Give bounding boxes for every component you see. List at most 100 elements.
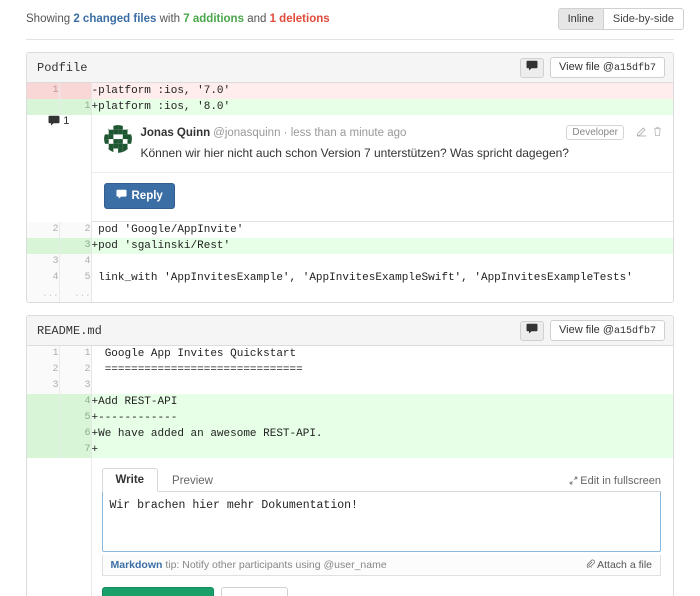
- view-mode-toggle[interactable]: Inline Side-by-side: [557, 8, 684, 31]
- diff-row: 22 pod 'Google/AppInvite': [27, 222, 673, 239]
- line-number-old[interactable]: 1: [27, 346, 60, 363]
- diff-code-line[interactable]: [91, 254, 673, 271]
- stats-additions: 7 additions: [183, 13, 244, 26]
- line-number-old[interactable]: 1: [27, 83, 60, 100]
- line-number-new[interactable]: 5: [59, 410, 92, 427]
- line-number-old[interactable]: 3: [27, 254, 60, 271]
- diff-code-line[interactable]: Google App Invites Quickstart: [91, 346, 673, 363]
- diff-code-line[interactable]: +: [91, 442, 673, 459]
- diff-code-line[interactable]: +pod 'sgalinski/Rest': [91, 238, 673, 255]
- line-number-new[interactable]: 3: [59, 238, 92, 255]
- file-header: README.md View file @a15dfb7: [27, 316, 673, 347]
- diff-row: 1 +platform :ios, '8.0': [27, 99, 673, 116]
- diff-code-line[interactable]: [91, 286, 673, 303]
- paperclip-icon: [586, 559, 595, 571]
- line-number-old[interactable]: [27, 426, 60, 443]
- comment-count: 1: [27, 115, 91, 127]
- file-header: Podfile View file @a15dfb7: [27, 53, 673, 84]
- line-number-old[interactable]: [27, 394, 60, 411]
- diff-stats: Showing 2 changed files with 7 additions…: [26, 13, 330, 25]
- view-file-button[interactable]: View file @a15dfb7: [550, 57, 665, 79]
- comment-icon: [115, 189, 127, 203]
- line-number-new[interactable]: 5: [59, 270, 92, 287]
- attach-a-file-link[interactable]: Attach a file: [586, 559, 652, 571]
- line-number-new[interactable]: 7: [59, 442, 92, 459]
- comment-form-row: Write Preview Edit in fullscreen Wir brache…: [27, 458, 673, 596]
- diff-code-line[interactable]: link_with 'AppInvitesExample', 'AppInvit…: [91, 270, 673, 287]
- comment-timestamp: · less than a minute ago: [280, 126, 407, 139]
- line-number-new[interactable]: 1: [59, 99, 92, 116]
- view-mode-inline[interactable]: Inline: [557, 8, 603, 31]
- diff-code-line[interactable]: +We have added an awesome REST-API.: [91, 426, 673, 443]
- line-number-new[interactable]: 2: [59, 222, 92, 239]
- file-header-actions: View file @a15dfb7: [520, 320, 665, 342]
- line-number-new[interactable]: 1: [59, 346, 92, 363]
- comment-thread-cell: Jonas Quinn @jonasquinn · less than a min…: [91, 115, 674, 223]
- toggle-comments-button[interactable]: [520, 320, 544, 341]
- toggle-comments-button[interactable]: [520, 57, 544, 78]
- tab-preview[interactable]: Preview: [158, 469, 227, 492]
- reply-button[interactable]: Reply: [103, 183, 175, 210]
- stats-prefix: Showing: [26, 13, 71, 26]
- diff-row: 4 +Add REST-API: [27, 394, 673, 411]
- line-number-new[interactable]: 4: [59, 254, 92, 271]
- diff-row: 7 +: [27, 442, 673, 459]
- line-number-old[interactable]: 4: [27, 270, 60, 287]
- line-number-old[interactable]: [27, 238, 60, 255]
- comment-author: Jonas Quinn: [140, 126, 211, 139]
- diff-row: 34: [27, 254, 673, 271]
- editor-tabs[interactable]: Write Preview Edit in fullscreen: [101, 468, 661, 493]
- add-comment-button[interactable]: Add Comment: [101, 587, 214, 596]
- line-number-old[interactable]: 2: [27, 362, 60, 379]
- line-number-new[interactable]: 3: [59, 378, 92, 395]
- line-number-old[interactable]: ...: [27, 286, 60, 303]
- diff-code-line[interactable]: +platform :ios, '8.0': [91, 99, 673, 116]
- comment-handle[interactable]: @jonasquinn: [213, 127, 280, 139]
- stats-with: with: [159, 13, 181, 26]
- diff-row: 22 ==============================: [27, 362, 673, 379]
- diff-code-line[interactable]: ==============================: [91, 362, 673, 379]
- diff-row: 6 +We have added an awesome REST-API.: [27, 426, 673, 443]
- diff-page: Showing 2 changed files with 7 additions…: [0, 0, 700, 596]
- line-number-old[interactable]: 2: [27, 222, 60, 239]
- diff-summary-bar: Showing 2 changed files with 7 additions…: [0, 0, 700, 39]
- diff-row: 1 -platform :ios, '7.0': [27, 83, 673, 100]
- line-number-new[interactable]: [59, 83, 92, 100]
- edit-in-fullscreen-link[interactable]: Edit in fullscreen: [569, 475, 661, 491]
- diff-code-line[interactable]: -platform :ios, '7.0': [91, 83, 673, 100]
- line-number-old[interactable]: [27, 410, 60, 427]
- file-diff: Podfile View file @a15dfb7 1 -platform :io…: [26, 52, 674, 304]
- diff-code-line[interactable]: [91, 378, 673, 395]
- comment-textarea[interactable]: Wir brachen hier mehr Dokumentation!: [101, 492, 661, 553]
- diff-code-line[interactable]: +Add REST-API: [91, 394, 673, 411]
- diff-code-line[interactable]: +------------: [91, 410, 673, 427]
- edit-icon[interactable]: [636, 126, 647, 140]
- trash-icon[interactable]: [652, 126, 663, 140]
- diff-row: ......: [27, 286, 673, 303]
- cancel-button[interactable]: Cancel: [220, 587, 288, 596]
- line-number-new[interactable]: 4: [59, 394, 92, 411]
- line-number-new[interactable]: 6: [59, 426, 92, 443]
- markdown-tip-text: Markdown tip: Notify other participants …: [110, 559, 387, 572]
- role-badge: Developer: [566, 125, 624, 141]
- file-diff: README.md View file @a15dfb7 1 1 Google App…: [26, 315, 674, 596]
- commit-sha: a15dfb7: [613, 63, 656, 75]
- stats-changed-files: 2 changed files: [73, 13, 157, 26]
- view-file-button[interactable]: View file @a15dfb7: [550, 320, 665, 342]
- line-number-old[interactable]: 3: [27, 378, 60, 395]
- view-mode-side-by-side[interactable]: Side-by-side: [602, 8, 684, 31]
- line-number-new[interactable]: 2: [59, 362, 92, 379]
- line-number-old[interactable]: [27, 442, 60, 459]
- diff-code-line[interactable]: pod 'Google/AppInvite': [91, 222, 673, 239]
- line-number-old[interactable]: [27, 99, 60, 116]
- diff-row: 3 +pod 'sgalinski/Rest': [27, 238, 673, 255]
- reply-zone: Reply: [92, 173, 674, 221]
- markdown-tip-bar: Markdown tip: Notify other participants …: [101, 555, 661, 577]
- file-name: Podfile: [37, 60, 88, 75]
- file-list: Podfile View file @a15dfb7 1 -platform :io…: [0, 52, 700, 596]
- inline-comment-row: 1 Jonas Quinn @jonasquinn · less than a mi…: [27, 115, 674, 223]
- stats-and: and: [247, 13, 267, 26]
- line-number-new[interactable]: ...: [59, 286, 92, 303]
- tab-write[interactable]: Write: [101, 468, 159, 493]
- diff-row: 33: [27, 378, 673, 395]
